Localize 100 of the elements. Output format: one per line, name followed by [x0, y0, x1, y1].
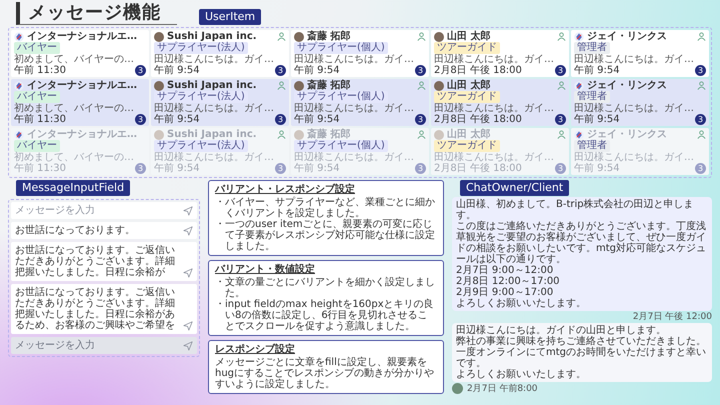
- user-name: ジェイ・リンクス: [587, 31, 668, 42]
- annotation-title: バリアント・レスポンシブ設定: [215, 184, 356, 195]
- annotation-text: ・input fieldのmax heightを160pxとキリの良い8の倍数に設定し、6行目を見切れさせることでスクロールを促すよう意識しました。: [215, 299, 435, 332]
- user-item-card[interactable]: 斎藤 拓郎 サプライヤー(個人) 田辺様こんにちは。ガイ… 午前 9:54 3: [291, 30, 429, 77]
- timestamp: 2月8日 午後 18:00: [434, 163, 523, 174]
- logo-icon: [574, 130, 584, 140]
- timestamp: 午前 11:30: [14, 65, 67, 76]
- unread-count: 3: [415, 114, 426, 125]
- timestamp: 午前 9:54: [574, 114, 621, 125]
- unread-count: 3: [415, 65, 426, 76]
- logo-icon: [14, 80, 24, 90]
- avatar-photo: [154, 130, 164, 140]
- user-name: 山田 太郎: [447, 80, 492, 91]
- message-text: 田辺様こんにちは。ガイドの山田と申します。: [456, 325, 667, 336]
- user-name: 斎藤 拓郎: [307, 31, 352, 42]
- user-item-card[interactable]: 斎藤 拓郎 サプライヤー(個人) 田辺様こんにちは。ガイ… 午前 9:54 3: [291, 79, 429, 126]
- role-tag: サプライヤー(法人): [154, 42, 248, 54]
- logo-icon: [574, 80, 584, 90]
- user-name: 斎藤 拓郎: [307, 129, 352, 140]
- annotation-title: バリアント・数値設定: [215, 264, 316, 275]
- avatar-photo: [294, 80, 304, 90]
- annotation-text: ・一つのuser itemごとに、親要素の可変に応じて子要素がレスポンシブ対応可能な仕様に設定しました。: [215, 219, 436, 252]
- timestamp: 2月7日 午前8:00: [467, 384, 538, 394]
- timestamp: 午前 11:30: [14, 163, 67, 174]
- message-text: 弊社の事業に興味を持ちご連絡させていただきました。: [456, 336, 707, 347]
- page-title: メッセージ機能: [16, 2, 177, 25]
- unread-count: 3: [555, 65, 566, 76]
- section-label: MessageInputField: [16, 180, 130, 196]
- avatar-photo: [154, 80, 164, 90]
- timestamp: 午前 9:54: [294, 114, 341, 125]
- role-tag: ツアーガイド: [434, 140, 500, 152]
- unread-count: 3: [135, 114, 146, 125]
- role-tag: 管理者: [574, 140, 610, 152]
- user-item-card[interactable]: Sushi Japan inc. サプライヤー(法人) 田辺様こんにちは。ガイ… 午前 9:54 3: [151, 30, 289, 77]
- message-text: 山田様、初めまして。B-trip株式会社の田辺と申します。: [456, 199, 694, 221]
- user-name: 山田 太郎: [447, 129, 492, 140]
- message-text: よろしくお願いいたします。: [456, 369, 587, 380]
- avatar-photo: [294, 130, 304, 140]
- user-name: Sushi Japan inc.: [167, 31, 258, 42]
- role-tag: 管理者: [574, 42, 610, 54]
- user-name: インターナショナルエ…: [27, 31, 138, 42]
- unread-count: 3: [135, 65, 146, 76]
- avatar-photo: [434, 32, 444, 42]
- avatar-photo: [452, 383, 463, 394]
- role-tag: バイヤー: [14, 91, 60, 103]
- user-item-card[interactable]: インターナショナルエ… バイヤー 初めまして、バイヤーの… 午前 11:30 3: [11, 79, 149, 126]
- unread-count: 3: [555, 114, 566, 125]
- timestamp: 2月8日 午後 18:00: [434, 65, 523, 76]
- send-icon[interactable]: [183, 268, 193, 278]
- user-item-card[interactable]: 山田 太郎 ツアーガイド 田辺様こんにちは。ガイ… 2月8日 午後 18:00 3: [431, 79, 569, 126]
- unread-count: 3: [695, 65, 706, 76]
- role-tag: サプライヤー(個人): [294, 91, 388, 103]
- unread-count: 3: [415, 163, 426, 174]
- message-preview: 田辺様こんにちは。ガイ…: [434, 152, 555, 163]
- unread-count: 3: [555, 163, 566, 174]
- timestamp: 午前 11:30: [14, 114, 67, 125]
- unread-count: 3: [275, 114, 286, 125]
- user-name: ジェイ・リンクス: [587, 80, 668, 91]
- message-preview: 田辺様こんにちは。ガイ…: [434, 54, 555, 65]
- message-preview: 田辺様こんにちは。ガイ…: [434, 103, 555, 114]
- message-preview: 初めまして、バイヤーの…: [14, 103, 135, 114]
- avatar-photo: [434, 80, 444, 90]
- role-tag: サプライヤー(個人): [294, 140, 388, 152]
- role-tag: バイヤー: [14, 140, 60, 152]
- logo-icon: [14, 130, 24, 140]
- user-item-card[interactable]: Sushi Japan inc. サプライヤー(法人) 田辺様こんにちは。ガイ… 午前 9:54 3: [151, 79, 289, 126]
- user-name: Sushi Japan inc.: [167, 129, 258, 140]
- message-preview: 田辺様こんにちは。ガイ…: [574, 103, 695, 114]
- message-preview: 田辺様こんにちは。ガイ…: [294, 54, 415, 65]
- message-preview: 田辺様こんにちは。ガイ…: [154, 152, 275, 163]
- timestamp: 午前 9:54: [154, 163, 201, 174]
- role-tag: ツアーガイド: [434, 42, 500, 54]
- message-input-field[interactable]: お世話になっております。: [11, 222, 197, 239]
- unread-count: 3: [275, 163, 286, 174]
- message-text: 2月7日 9:00～12:00: [456, 265, 554, 276]
- user-item-card[interactable]: インターナショナルエ… バイヤー 初めまして、バイヤーの… 午前 11:30 3: [11, 30, 149, 77]
- message-preview: 田辺様こんにちは。ガイ…: [294, 103, 415, 114]
- unread-count: 3: [135, 163, 146, 174]
- avatar-photo: [434, 130, 444, 140]
- timestamp: 午前 9:54: [294, 65, 341, 76]
- timestamp: 午前 9:54: [574, 163, 621, 174]
- message-input-field[interactable]: メッセージを入力: [11, 202, 197, 219]
- unread-count: 3: [275, 65, 286, 76]
- avatar-photo: [154, 32, 164, 42]
- user-name: 斎藤 拓郎: [307, 80, 352, 91]
- message-input-field[interactable]: お世話になっております。ご返信いただきありがとうございます。詳細把握いたしました。日程に余裕が: [11, 242, 197, 281]
- message-text: 2月8日 12:00～17:00: [456, 276, 561, 287]
- user-name: Sushi Japan inc.: [167, 80, 258, 91]
- user-item-card[interactable]: ジェイ・リンクス 管理者 田辺様こんにちは。ガイ… 午前 9:54 3: [571, 30, 709, 77]
- unread-count: 3: [695, 163, 706, 174]
- user-item-card[interactable]: 山田 太郎 ツアーガイド 田辺様こんにちは。ガイ… 2月8日 午後 18:00 3: [431, 30, 569, 77]
- message-input-field[interactable]: お世話になっております。ご返信いただきありがとうございます。詳細把握いたしました。日程に余裕があるため、お客様のご興味やご希望を: [11, 284, 197, 334]
- timestamp: 2月8日 午後 18:00: [434, 114, 523, 125]
- role-tag: バイヤー: [14, 42, 60, 54]
- logo-icon: [14, 32, 24, 42]
- annotation-title: レスポンシブ設定: [215, 344, 295, 355]
- user-item-card[interactable]: ジェイ・リンクス 管理者 田辺様こんにちは。ガイ… 午前 9:54 3: [571, 79, 709, 126]
- section-label: ChatOwner/Client: [460, 180, 570, 196]
- user-name: 山田 太郎: [447, 31, 492, 42]
- message-text: 2月9日 9:00～17:00: [456, 287, 554, 298]
